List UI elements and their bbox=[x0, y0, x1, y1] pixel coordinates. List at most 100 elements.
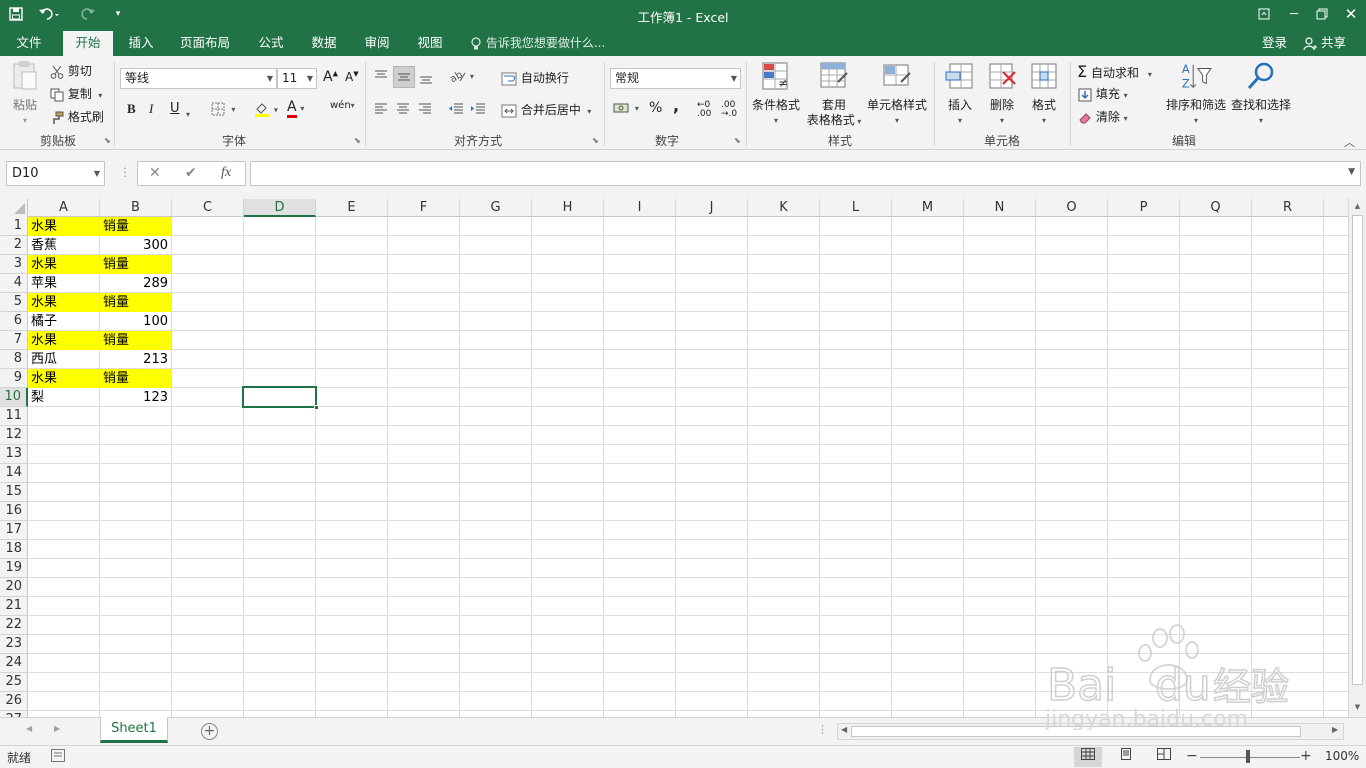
italic-button[interactable]: I bbox=[149, 101, 153, 117]
underline-dropdown-icon[interactable]: ▾ bbox=[186, 106, 190, 120]
row-header-4[interactable]: 4 bbox=[0, 274, 28, 293]
scroll-left-icon[interactable]: ◀ bbox=[841, 725, 847, 734]
row-header-11[interactable]: 11 bbox=[0, 407, 28, 426]
increase-font-size-icon[interactable]: A▲ bbox=[323, 69, 338, 85]
horizontal-scrollbar[interactable]: ◀ ▶ bbox=[837, 723, 1344, 740]
cell-b9[interactable]: 销量 bbox=[100, 369, 171, 388]
cell-b4[interactable]: 289 bbox=[100, 274, 171, 293]
column-header-p[interactable]: P bbox=[1108, 199, 1180, 217]
tab-formulas[interactable]: 公式 bbox=[248, 31, 294, 56]
cell-a8[interactable]: 西瓜 bbox=[28, 350, 99, 369]
bottom-align-button[interactable] bbox=[419, 69, 433, 84]
close-icon[interactable]: ✕ bbox=[1337, 2, 1365, 26]
row-header-24[interactable]: 24 bbox=[0, 654, 28, 673]
cell-a6[interactable]: 橘子 bbox=[28, 312, 99, 331]
minimize-icon[interactable]: ─ bbox=[1280, 2, 1308, 26]
row-header-23[interactable]: 23 bbox=[0, 635, 28, 654]
increase-indent-button[interactable] bbox=[470, 101, 486, 116]
zoom-slider-track[interactable] bbox=[1200, 757, 1300, 758]
restore-icon[interactable] bbox=[1308, 2, 1336, 26]
font-name-combo[interactable]: 等线 ▼ bbox=[120, 68, 277, 89]
fill-color-button[interactable]: ▾ bbox=[254, 101, 278, 117]
row-header-3[interactable]: 3 bbox=[0, 255, 28, 274]
cell-a5[interactable]: 水果 bbox=[28, 293, 99, 312]
row-header-13[interactable]: 13 bbox=[0, 445, 28, 464]
bold-button[interactable]: B bbox=[127, 101, 136, 117]
tab-view[interactable]: 视图 bbox=[407, 31, 453, 56]
column-header-b[interactable]: B bbox=[100, 199, 172, 217]
select-all-corner[interactable] bbox=[0, 199, 28, 217]
number-launcher-icon[interactable]: ⬊ bbox=[734, 136, 741, 145]
column-header-r[interactable]: R bbox=[1252, 199, 1324, 217]
vertical-scroll-thumb[interactable] bbox=[1352, 215, 1363, 685]
next-sheet-icon[interactable]: ▶ bbox=[54, 724, 60, 733]
tell-me-search[interactable]: 告诉我您想要做什么... bbox=[470, 31, 605, 56]
cell-b8[interactable]: 213 bbox=[100, 350, 171, 369]
phonetic-button[interactable]: wén▾ bbox=[330, 100, 355, 111]
autosum-button[interactable]: Σ 自动求和 ▾ bbox=[1077, 62, 1152, 81]
merge-center-button[interactable]: 合并后居中 ▾ bbox=[501, 101, 591, 118]
insert-function-icon[interactable]: fx bbox=[221, 165, 231, 181]
row-header-25[interactable]: 25 bbox=[0, 673, 28, 692]
format-painter-button[interactable]: 格式刷 bbox=[50, 108, 104, 125]
underline-button[interactable]: U bbox=[170, 101, 180, 116]
page-break-view-icon[interactable] bbox=[1150, 747, 1178, 767]
cell-a9[interactable]: 水果 bbox=[28, 369, 99, 388]
ribbon-display-options-icon[interactable] bbox=[1250, 2, 1278, 26]
cancel-entry-icon[interactable]: ✕ bbox=[149, 165, 161, 181]
find-select-button[interactable]: 查找和选择 ▾ bbox=[1230, 60, 1292, 128]
column-header-o[interactable]: O bbox=[1036, 199, 1108, 217]
column-header-j[interactable]: J bbox=[676, 199, 748, 217]
normal-view-icon[interactable] bbox=[1074, 747, 1102, 767]
row-header-8[interactable]: 8 bbox=[0, 350, 28, 369]
row-header-26[interactable]: 26 bbox=[0, 692, 28, 711]
decrease-font-size-icon[interactable]: A▼ bbox=[345, 70, 359, 84]
row-header-15[interactable]: 15 bbox=[0, 483, 28, 502]
share-button[interactable]: 共享 bbox=[1303, 31, 1346, 56]
add-sheet-icon[interactable]: + bbox=[201, 723, 218, 740]
macro-record-icon[interactable] bbox=[51, 749, 65, 762]
column-header-f[interactable]: F bbox=[388, 199, 460, 217]
middle-align-button[interactable] bbox=[393, 66, 415, 88]
borders-button[interactable]: ▾ bbox=[211, 101, 235, 116]
align-center-button[interactable] bbox=[396, 101, 410, 116]
decrease-indent-button[interactable] bbox=[448, 101, 464, 116]
page-layout-view-icon[interactable] bbox=[1112, 747, 1140, 767]
horizontal-scroll-thumb[interactable] bbox=[851, 726, 1301, 737]
cut-button[interactable]: 剪切 bbox=[50, 62, 92, 79]
sort-filter-button[interactable]: AZ 排序和筛选 ▾ bbox=[1164, 60, 1228, 128]
row-header-18[interactable]: 18 bbox=[0, 540, 28, 559]
zoom-level[interactable]: 100% bbox=[1325, 749, 1359, 763]
cell-b2[interactable]: 300 bbox=[100, 236, 171, 255]
cell-a2[interactable]: 香蕉 bbox=[28, 236, 99, 255]
copy-button[interactable]: 复制 ▾ bbox=[50, 85, 102, 102]
row-header-7[interactable]: 7 bbox=[0, 331, 28, 350]
align-right-button[interactable] bbox=[418, 101, 432, 116]
row-header-21[interactable]: 21 bbox=[0, 597, 28, 616]
align-left-button[interactable] bbox=[374, 101, 388, 116]
comma-style-button[interactable]: , bbox=[673, 96, 679, 115]
column-header-n[interactable]: N bbox=[964, 199, 1036, 217]
scroll-down-icon[interactable]: ▼ bbox=[1352, 703, 1363, 714]
prev-sheet-icon[interactable]: ◀ bbox=[26, 724, 32, 733]
row-header-20[interactable]: 20 bbox=[0, 578, 28, 597]
decrease-decimal-button[interactable]: .00 →.0 bbox=[721, 101, 737, 119]
row-header-6[interactable]: 6 bbox=[0, 312, 28, 331]
cell-a1[interactable]: 水果 bbox=[28, 217, 99, 236]
orientation-button[interactable]: ab ▾ bbox=[450, 68, 474, 83]
alignment-launcher-icon[interactable]: ⬊ bbox=[592, 136, 599, 145]
tab-home[interactable]: 开始 bbox=[63, 31, 113, 57]
clipboard-launcher-icon[interactable]: ⬊ bbox=[104, 136, 111, 145]
row-header-22[interactable]: 22 bbox=[0, 616, 28, 635]
row-header-14[interactable]: 14 bbox=[0, 464, 28, 483]
cell-a7[interactable]: 水果 bbox=[28, 331, 99, 350]
active-cell-border[interactable] bbox=[242, 386, 319, 410]
column-header-l[interactable]: L bbox=[820, 199, 892, 217]
cell-b5[interactable]: 销量 bbox=[100, 293, 171, 312]
increase-decimal-button[interactable]: ←0.00 bbox=[697, 101, 711, 119]
row-header-1[interactable]: 1 bbox=[0, 217, 28, 236]
top-align-button[interactable] bbox=[374, 69, 388, 84]
fill-button[interactable]: 填充 ▾ bbox=[1078, 85, 1128, 102]
font-color-button[interactable]: A ▾ bbox=[287, 99, 304, 118]
row-header-17[interactable]: 17 bbox=[0, 521, 28, 540]
